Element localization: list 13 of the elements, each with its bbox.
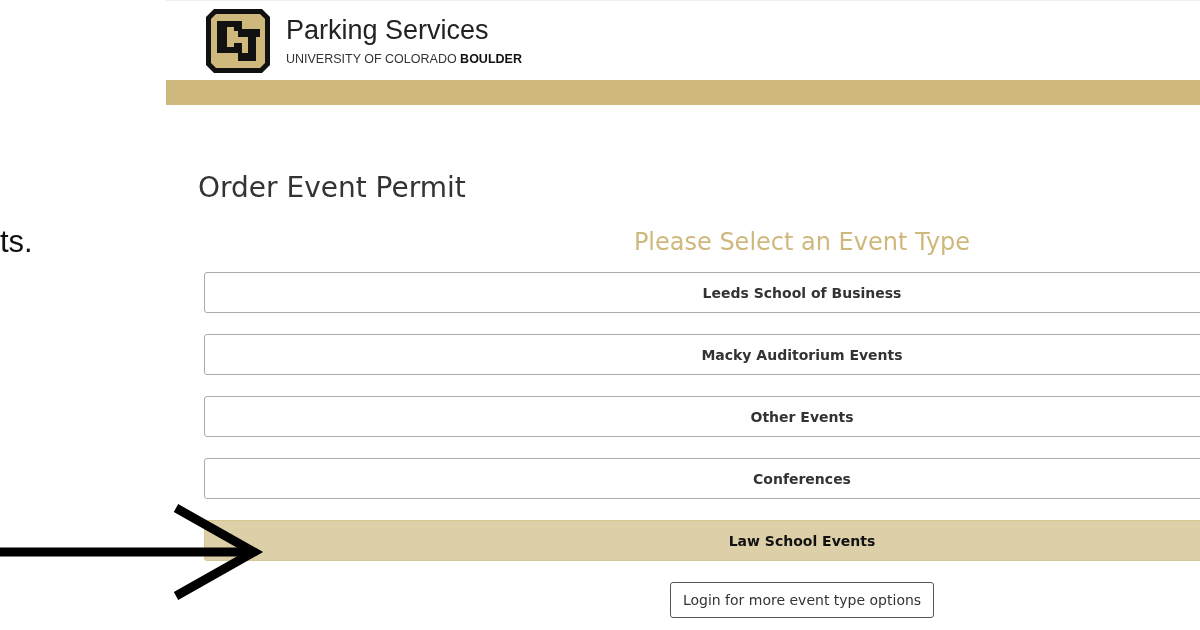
logo-icon xyxy=(204,6,272,75)
event-type-button[interactable]: Law School Events xyxy=(204,520,1200,561)
arrow-icon xyxy=(0,502,264,602)
site-title: Parking Services xyxy=(286,15,490,46)
login-button[interactable]: Login for more event type options xyxy=(669,582,935,618)
event-type-button[interactable]: Other Events xyxy=(204,396,1200,437)
event-type-button[interactable]: Leeds School of Business xyxy=(204,272,1200,313)
slide-text: ts. xyxy=(0,224,33,260)
event-type-button[interactable]: Macky Auditorium Events xyxy=(204,334,1200,375)
university-name: UNIVERSITY OF COLORADO BOULDER xyxy=(286,52,522,66)
section-heading: Please Select an Event Type xyxy=(633,228,971,256)
event-type-button[interactable]: Conferences xyxy=(204,458,1200,499)
page-title: Order Event Permit xyxy=(198,171,466,204)
